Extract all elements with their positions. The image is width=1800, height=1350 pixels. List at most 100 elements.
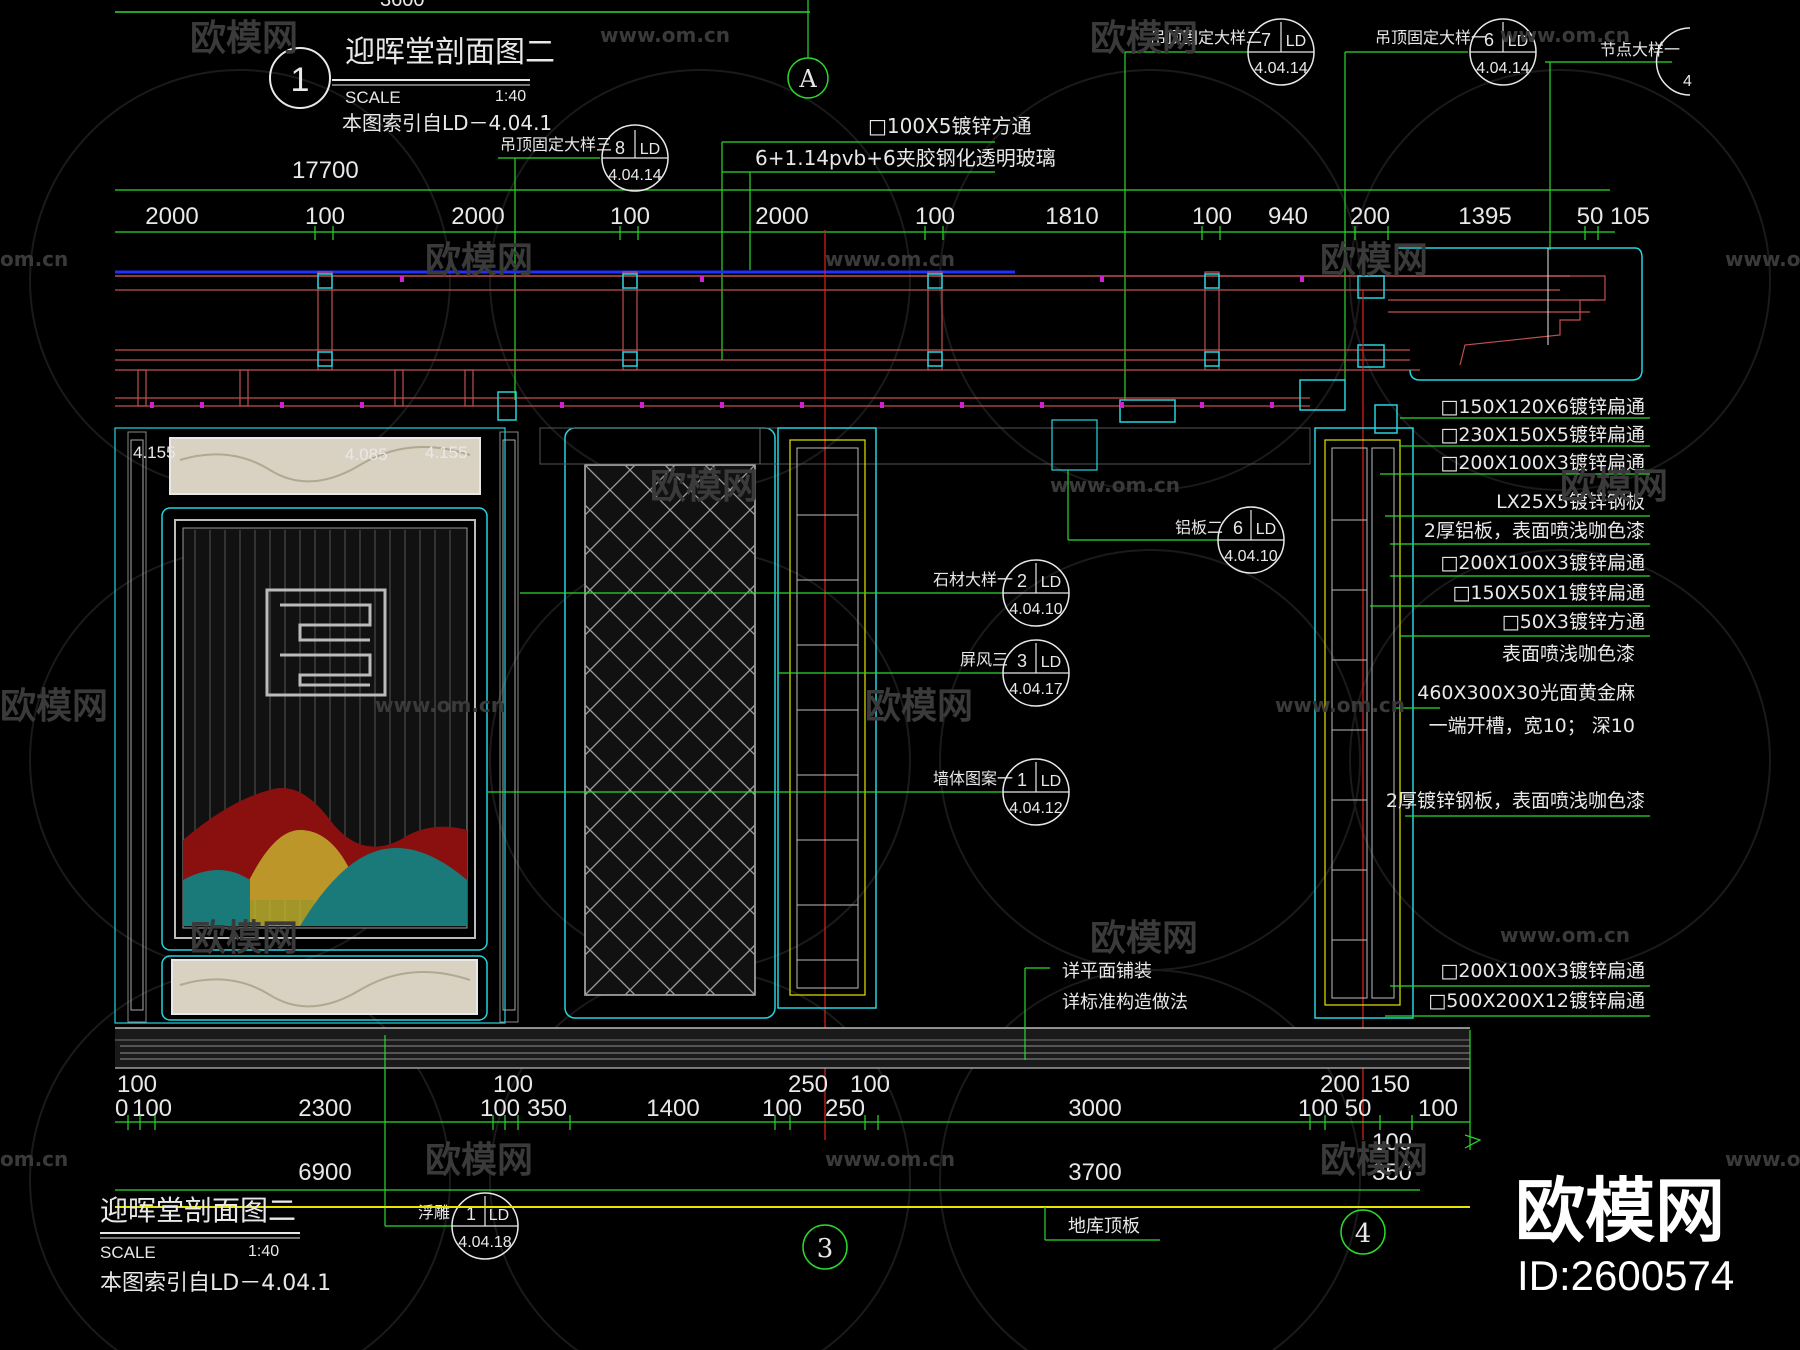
watermark-brand: 欧模网 [1560,466,1668,507]
svg-text:4.04.17: 4.04.17 [1009,681,1062,698]
top-dim: 100 [915,203,955,230]
scale-value: 1:40 [495,88,526,105]
right-note: □150X50X1镀锌扁通 [1452,582,1645,604]
svg-text:4: 4 [1355,1219,1372,1249]
svg-text:石材大样一: 石材大样一 [933,570,1013,589]
watermark-url: www.om.cn [1275,693,1405,717]
svg-text:墙体图案一: 墙体图案一 [933,769,1013,788]
ref-text: 本图索引自LD－4.04.1 [342,111,552,135]
top-dim: 1395 [1458,203,1511,230]
bottom-dim-leading-zero: 0 [115,1095,128,1122]
watermark-brand: 欧模网 [1320,1140,1428,1181]
svg-text:4.04.14: 4.04.14 [608,167,661,184]
right-note: □200X100X3镀锌扁通 [1440,960,1645,982]
top-dim: 2000 [145,203,198,230]
watermark-brand: 欧模网 [1090,18,1198,59]
watermark-short: om.cn [0,1147,68,1171]
right-note: □230X150X5镀锌扁通 [1440,424,1645,446]
svg-text:LD: LD [489,1207,509,1224]
watermark-url: www.om.cn [825,247,955,271]
bottom-scale-label: SCALE [100,1243,156,1262]
right-note: □50X3镀锌方通 [1502,611,1645,633]
watermark-url: www.om.cn [1500,23,1630,47]
svg-text:浮雕: 浮雕 [418,1203,450,1222]
bottom-dim: 100 [762,1095,802,1122]
watermark-brand: 欧模网 [425,240,533,281]
note-steel-tube: □100X5镀锌方通 [868,114,1032,138]
top-dim: 100 [305,203,345,230]
basement-note: 地库顶板 [1068,1216,1140,1237]
bottom-dim: 100 [850,1071,890,1098]
svg-text:4.04.14: 4.04.14 [1476,60,1529,77]
axis-a-label: A [798,65,817,93]
watermark-brand: 欧模网 [0,686,108,727]
right-note: □200X100X3镀锌扁通 [1440,552,1645,574]
svg-text:LD: LD [640,141,660,158]
svg-text:7: 7 [1261,30,1271,50]
brand-logo-text: 欧模网 [1515,1170,1725,1252]
brand-logo: 欧模网 ID:2600574 [1515,1170,1734,1299]
top-dim: 2000 [755,203,808,230]
elev-2: 4.085 [345,445,388,464]
bottom-dim: 50 [1345,1095,1372,1122]
bottom-dim: 350 [527,1095,567,1122]
bottom-dim: 6900 [298,1159,351,1186]
overall-dim: 17700 [292,157,359,184]
watermark-brand: 欧模网 [1320,240,1428,281]
watermark-brand: 欧模网 [190,918,298,959]
floor-band [115,1027,1470,1069]
bottom-dim: 250 [825,1095,865,1122]
svg-text:6: 6 [1233,518,1243,538]
svg-text:1: 1 [1017,770,1027,790]
top-dim: 1810 [1045,203,1098,230]
svg-text:3: 3 [1017,651,1027,671]
watermark-brand: 欧模网 [1090,918,1198,959]
svg-text:LD: LD [1041,574,1061,591]
bottom-dim: 100 [1418,1095,1458,1122]
svg-text:4.04.18: 4.04.18 [458,1234,511,1251]
right-note: 一端开槽，宽10； 深10 [1429,715,1635,737]
top-dim: 100 [1192,203,1232,230]
svg-text:2: 2 [1017,571,1027,591]
brand-id: ID:2600574 [1517,1252,1734,1299]
svg-text:详平面铺装: 详平面铺装 [1062,961,1152,982]
bottom-dim: 3000 [1068,1095,1121,1122]
right-note: □500X200X12镀锌扁通 [1428,990,1645,1012]
bottom-dim: 100 [1298,1095,1338,1122]
svg-text:4.04.12: 4.04.12 [1009,800,1062,817]
svg-text:3: 3 [817,1234,834,1264]
svg-text:4.04.10: 4.04.10 [1224,548,1277,565]
right-note: 2厚铝板，表面喷浅咖色漆 [1424,520,1645,542]
top-dim: 100 [610,203,650,230]
top-dim: 200 [1350,203,1390,230]
watermark-url: www.om.cn [1725,247,1800,271]
watermark-brand: 欧模网 [865,686,973,727]
bottom-dim: 3700 [1068,1159,1121,1186]
elev-3: 4.155 [425,443,468,462]
svg-text:4.04.14: 4.04.14 [1254,60,1307,77]
svg-text:LD: LD [1286,33,1306,50]
bottom-ref: 本图索引自LD－4.04.1 [100,1271,331,1296]
right-note: 460X300X30光面黄金麻 [1417,682,1635,704]
top-partial-dim: 3600 [380,0,425,11]
svg-text:6: 6 [1484,30,1494,50]
title-number: 1 [291,61,310,99]
right-note: □150X120X6镀锌扁通 [1440,396,1645,418]
svg-text:8: 8 [615,138,625,158]
watermark-url: www.om.cn [1500,923,1630,947]
top-dim: 50 [1577,203,1604,230]
svg-text:屏风三: 屏风三 [960,650,1008,669]
watermark-url: www.om.cn [375,693,505,717]
lattice-screen [564,427,776,1019]
bottom-scale-value: 1:40 [248,1243,279,1260]
elev-1: 4.155 [133,443,176,462]
svg-text:4: 4 [1683,73,1692,90]
right-note: 2厚镀锌钢板，表面喷浅咖色漆 [1386,790,1645,812]
top-dim: 2000 [451,203,504,230]
note-glass: 6+1.14pvb+6夹胶钢化透明玻璃 [755,146,1056,170]
svg-text:4.04.10: 4.04.10 [1009,601,1062,618]
bottom-dim: 200 [1320,1071,1360,1098]
watermark-short: om.cn [0,247,68,271]
right-note: 表面喷浅咖色漆 [1502,643,1635,665]
watermark-url: www.om.cn [1725,1147,1800,1171]
